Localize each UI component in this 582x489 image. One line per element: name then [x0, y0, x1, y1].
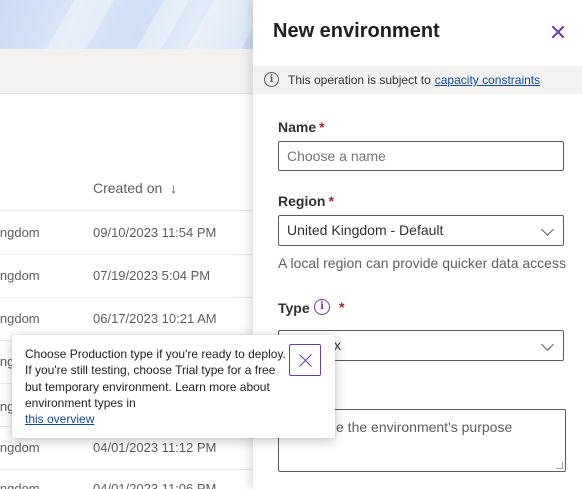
close-icon[interactable] [550, 24, 566, 40]
column-header-created-on[interactable]: Created on ↓ [93, 180, 177, 196]
header-banner [0, 0, 253, 55]
region-dropdown-value: United Kingdom - Default [287, 222, 444, 238]
cell-region: ingdom [0, 311, 40, 326]
cell-created-on: 04/01/2023 11:12 PM [93, 440, 217, 455]
required-mark: * [328, 193, 334, 209]
required-mark: * [339, 299, 345, 315]
region-label-text: Region [278, 193, 326, 209]
callout-body: Choose Production type if you're ready t… [25, 346, 293, 427]
callout-line: If you're still testing, choose Trial ty… [25, 363, 276, 378]
cell-region: ingdom [0, 268, 40, 283]
chevron-down-icon [541, 223, 554, 236]
cell-created-on: 09/10/2023 11:54 PM [93, 225, 217, 240]
sort-down-icon: ↓ [170, 180, 178, 196]
region-dropdown[interactable]: United Kingdom - Default [278, 215, 564, 246]
type-label: Type [278, 300, 310, 316]
table-row[interactable]: ingdom 04/01/2023 11:06 PM [0, 469, 253, 489]
type-info-callout: Choose Production type if you're ready t… [12, 335, 335, 438]
cell-created-on: 04/01/2023 11:06 PM [93, 481, 217, 489]
name-label: Name * [278, 119, 325, 135]
type-dropdown-value: x [334, 337, 341, 353]
table-row[interactable]: ingdom 07/19/2023 5:04 PM [0, 254, 253, 298]
command-bar [0, 49, 253, 94]
info-message-bar: i This operation is subject to capacity c… [253, 66, 582, 94]
description-placeholder: e the environment's purpose [336, 419, 513, 435]
resize-grip-icon[interactable] [556, 462, 563, 469]
info-icon: i [264, 72, 279, 87]
callout-line: environment types in [25, 395, 136, 410]
region-helper-text: A local region can provide quicker data … [278, 255, 566, 271]
callout-line: but temporary environment. Learn more ab… [25, 379, 270, 394]
column-header-label: Created on [93, 180, 163, 196]
required-mark: * [319, 119, 325, 135]
info-message: This operation is subject to capacity con… [288, 73, 540, 87]
name-label-text: Name [278, 119, 317, 135]
capacity-constraints-link[interactable]: capacity constraints [435, 73, 540, 87]
cell-region: ingdom [0, 481, 40, 489]
type-label-text: Type [278, 300, 310, 316]
cell-region: ingdom [0, 440, 40, 455]
chevron-down-icon [541, 338, 554, 351]
type-info-icon[interactable]: i [314, 299, 330, 315]
cell-created-on: 06/17/2023 10:21 AM [93, 311, 217, 326]
region-label: Region * [278, 193, 334, 209]
table-row[interactable]: ingdom 09/10/2023 11:54 PM [0, 211, 253, 255]
callout-line: Choose Production type if you're ready t… [25, 347, 286, 361]
cell-created-on: 07/19/2023 5:04 PM [93, 268, 211, 283]
cell-region: ingdom [0, 225, 40, 240]
callout-close-icon[interactable] [289, 344, 321, 376]
panel-title: New environment [273, 20, 440, 42]
name-input[interactable] [278, 141, 564, 171]
info-message-text: This operation is subject to [288, 73, 431, 87]
this-overview-link[interactable]: this overview [25, 411, 293, 427]
